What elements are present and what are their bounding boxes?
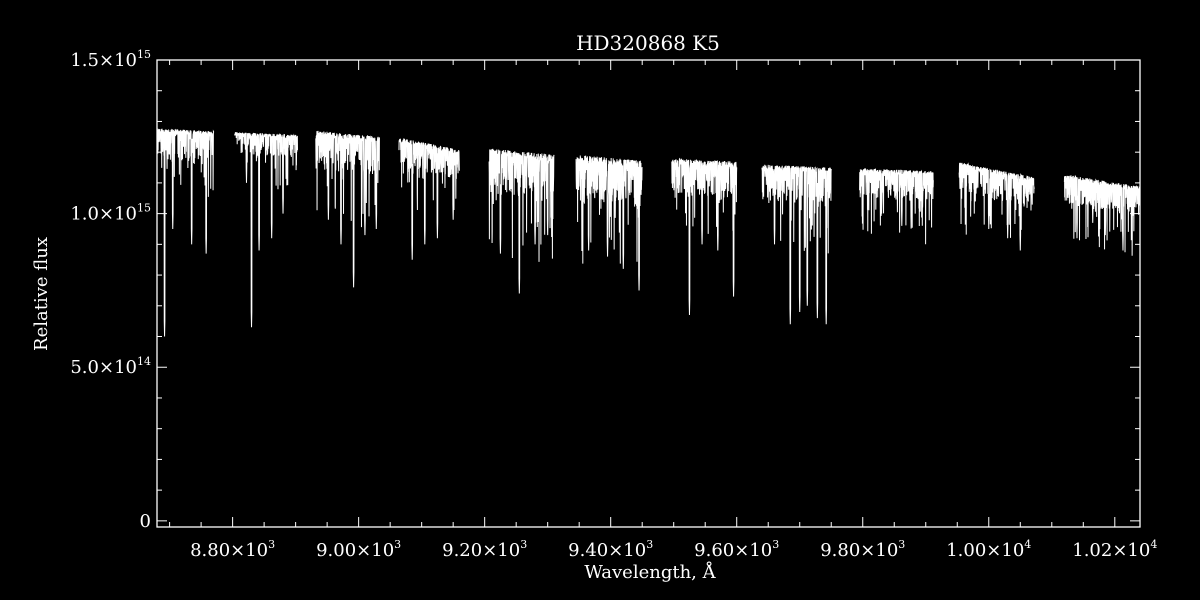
chart-background — [0, 0, 1200, 600]
x-tick-label: 9.00×103 — [316, 538, 401, 561]
x-tick-label: 9.20×103 — [442, 538, 527, 561]
x-tick-label: 1.02×104 — [1072, 538, 1157, 561]
x-tick-label: 9.80×103 — [820, 538, 905, 561]
x-tick-label: 8.80×103 — [190, 538, 275, 561]
x-axis-label: Wavelength, Å — [584, 561, 716, 583]
x-tick-label: 9.60×103 — [694, 538, 779, 561]
y-axis-label: Relative flux — [31, 237, 52, 351]
spectrum-chart: HD320868 K5 8.80×103 9.00×103 9.20×103 9.40… — [0, 0, 1200, 600]
y-tick-label: 0 — [140, 511, 151, 532]
chart-title: HD320868 K5 — [576, 31, 720, 55]
x-tick-label: 9.40×103 — [568, 538, 653, 561]
x-tick-label: 1.00×104 — [946, 538, 1031, 561]
